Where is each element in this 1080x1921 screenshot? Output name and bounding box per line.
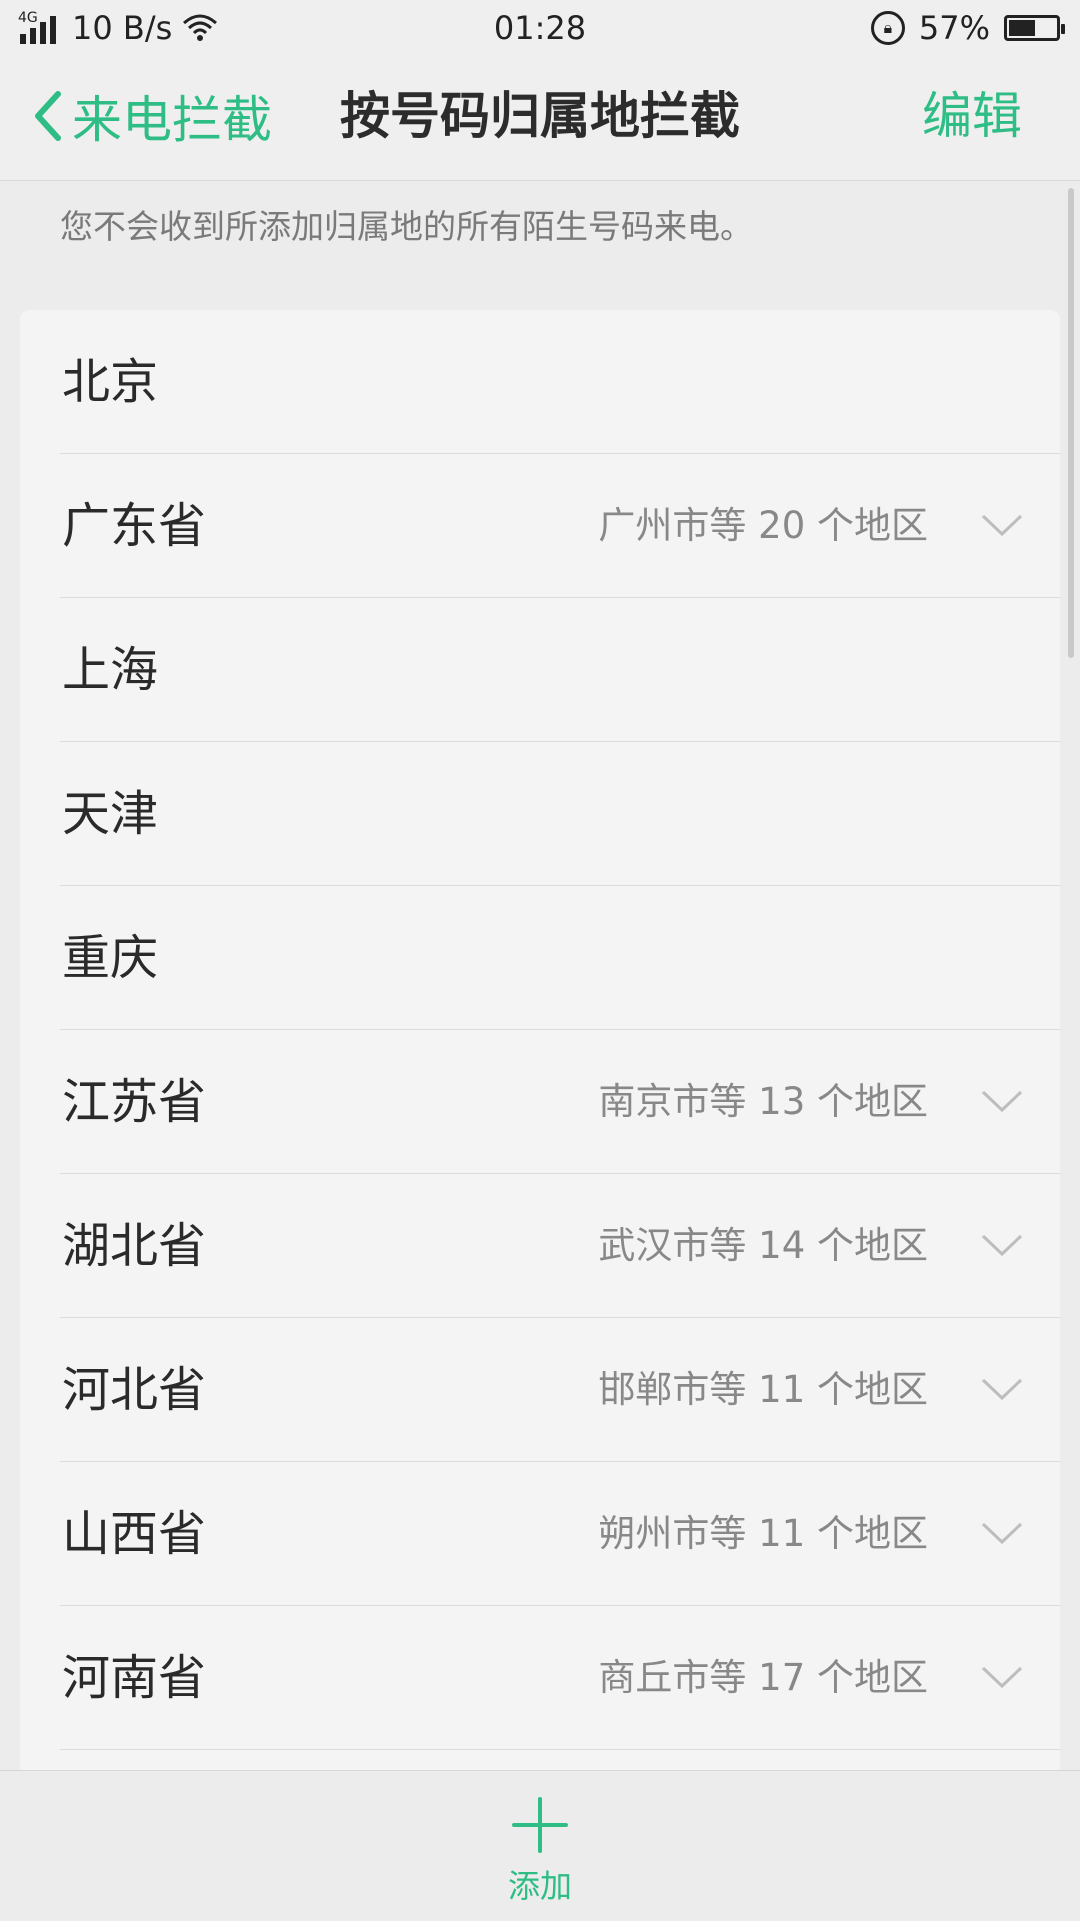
region-subareas: 朔州市等 11 个地区 (598, 1512, 928, 1555)
region-name: 广东省 (62, 498, 207, 554)
region-subareas: 武汉市等 14 个地区 (598, 1224, 928, 1267)
add-button[interactable]: 添加 (490, 1797, 590, 1907)
list-item[interactable]: 广东省 广州市等 20 个地区 (20, 454, 1060, 598)
status-bar: 4G 10 B/s 01:28 🔒︎ 57% (0, 0, 1080, 56)
status-right: 🔒︎ 57% (870, 6, 1065, 50)
region-name: 湖北省 (62, 1218, 207, 1274)
region-name: 河北省 (62, 1362, 207, 1418)
list-item[interactable]: 湖北省 武汉市等 14 个地区 (20, 1174, 1060, 1318)
region-subareas: 邯郸市等 11 个地区 (598, 1368, 928, 1411)
divider (60, 1749, 1060, 1750)
chevron-down-icon[interactable] (980, 1660, 1024, 1696)
region-name: 河南省 (62, 1650, 207, 1706)
chevron-down-icon[interactable] (980, 1372, 1024, 1408)
region-list: 北京广东省 广州市等 20 个地区上海天津重庆江苏省 南京市等 13 个地区湖北省 武… (20, 310, 1060, 1810)
scrollbar[interactable] (1068, 188, 1074, 658)
chevron-down-icon[interactable] (980, 508, 1024, 544)
list-item[interactable]: 江苏省 南京市等 13 个地区 (20, 1030, 1060, 1174)
rotation-lock-icon: 🔒︎ (870, 11, 905, 45)
region-name: 上海 (62, 642, 159, 698)
region-subareas: 商丘市等 17 个地区 (598, 1656, 928, 1699)
region-subareas: 南京市等 13 个地区 (598, 1080, 928, 1123)
chevron-down-icon[interactable] (980, 1084, 1024, 1120)
list-item[interactable]: 北京 (20, 310, 1060, 454)
chevron-down-icon[interactable] (980, 1228, 1024, 1264)
battery-percent: 57% (918, 9, 990, 47)
list-item[interactable]: 上海 (20, 598, 1060, 742)
list-item[interactable]: 天津 (20, 742, 1060, 886)
navigation-bar: 来电拦截 按号码归属地拦截 编辑 (0, 56, 1080, 181)
battery-icon (1004, 15, 1065, 41)
bottom-toolbar: 添加 (0, 1770, 1080, 1921)
region-name: 重庆 (62, 930, 159, 986)
region-name: 北京 (62, 354, 159, 410)
list-item[interactable]: 山西省 朔州市等 11 个地区 (20, 1462, 1060, 1606)
plus-icon (512, 1797, 568, 1853)
page-description: 您不会收到所添加归属地的所有陌生号码来电。 (60, 207, 753, 246)
region-name: 江苏省 (62, 1074, 207, 1130)
region-name: 天津 (62, 786, 159, 842)
page-title: 按号码归属地拦截 (340, 87, 740, 145)
list-item[interactable]: 重庆 (20, 886, 1060, 1030)
region-name: 山西省 (62, 1506, 207, 1562)
region-subareas: 广州市等 20 个地区 (598, 504, 928, 547)
add-label: 添加 (507, 1867, 572, 1905)
chevron-down-icon[interactable] (980, 1516, 1024, 1552)
edit-button[interactable]: 编辑 (922, 86, 1022, 146)
list-item[interactable]: 河南省 商丘市等 17 个地区 (20, 1606, 1060, 1750)
list-item[interactable]: 河北省 邯郸市等 11 个地区 (20, 1318, 1060, 1462)
